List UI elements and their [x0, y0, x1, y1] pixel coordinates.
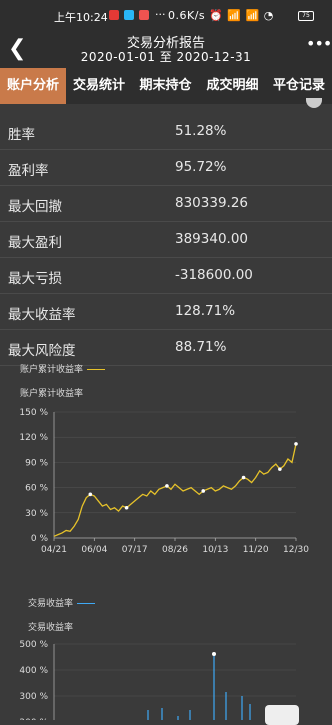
x-tick-label: 08/26	[162, 545, 188, 555]
more-notifications-icon: ···	[155, 8, 166, 21]
metric-value: 51.28%	[175, 123, 227, 139]
x-tick-label: 11/20	[243, 545, 269, 555]
trade-return-chart: 交易收益率 交易收益率 500 %400 %300 %200 %	[0, 592, 332, 720]
metric-row: 最大回撤 830339.26	[0, 186, 332, 222]
metric-label: 胜率	[8, 127, 35, 143]
metric-row: 最大亏损 -318600.00	[0, 258, 332, 294]
metric-value: -318600.00	[175, 267, 253, 283]
data-point	[165, 484, 169, 488]
tab-close-records[interactable]: 平仓记录	[266, 68, 332, 104]
metric-label: 最大收益率	[8, 307, 76, 323]
date-range: 2020-01-01 至 2020-12-31	[80, 50, 252, 64]
data-point	[294, 442, 298, 446]
metric-row: 最大盈利 389340.00	[0, 222, 332, 258]
y-tick-label: 90 %	[25, 458, 48, 468]
status-bar: 上午10:24 ··· 0.6K/s ⏰ 📶 📶 ◔ 75	[0, 0, 332, 32]
metric-value: 830339.26	[175, 195, 249, 211]
x-tick-label: 12/30	[283, 545, 309, 555]
metric-label: 最大亏损	[8, 271, 62, 287]
x-tick-label: 10/13	[202, 545, 228, 555]
y-tick-label: 0 %	[31, 534, 49, 544]
metric-row: 盈利率 95.72%	[0, 150, 332, 186]
data-point	[241, 475, 246, 480]
metric-label: 盈利率	[8, 163, 49, 179]
scroll-hint	[0, 98, 332, 114]
cumulative-return-chart: 账户累计收益率 账户累计收益率 150 % 120 % 90 % 60 % 30 % 0 …	[0, 360, 332, 560]
app-header: ❮ 交易分析报告 2020-01-01 至 2020-12-31 •••	[0, 32, 332, 68]
metrics-list: 胜率 51.28% 盈利率 95.72% 最大回撤 830339.26 最大盈利 389…	[0, 98, 332, 366]
tab-trade-details[interactable]: 成交明细	[199, 68, 266, 104]
app-notification-icon	[109, 10, 119, 20]
floating-button[interactable]	[265, 705, 299, 725]
metric-value: 88.71%	[175, 339, 227, 355]
x-tick-label: 06/04	[81, 545, 107, 555]
line-chart-svg: 150 % 120 % 90 % 60 % 30 % 0 %04/21 06/04 07/17…	[19, 408, 309, 555]
y-tick-label: 60 %	[25, 484, 48, 494]
app-notification-icon	[124, 10, 134, 20]
y-tick-label: 500 %	[19, 640, 48, 650]
metric-value: 389340.00	[175, 231, 249, 247]
y-tick-label: 300 %	[19, 692, 48, 702]
status-time: 上午10:24	[54, 11, 108, 24]
metric-value: 128.71%	[175, 303, 236, 319]
metric-value: 95.72%	[175, 159, 227, 175]
series-line	[53, 443, 297, 537]
tab-trade-stats[interactable]: 交易统计	[66, 68, 132, 104]
tab-end-positions[interactable]: 期末持仓	[132, 68, 199, 104]
metric-label: 最大盈利	[8, 235, 62, 251]
x-tick-label: 07/17	[122, 545, 148, 555]
y-tick-label: 30 %	[25, 509, 48, 519]
data-point	[124, 505, 129, 510]
app-notification-icon	[139, 10, 149, 20]
data-point	[278, 467, 282, 471]
y-tick-label: 150 %	[19, 408, 48, 418]
more-menu-icon[interactable]: •••	[306, 34, 332, 53]
y-tick-label: 120 %	[19, 433, 48, 443]
data-point	[212, 652, 216, 656]
data-point	[201, 489, 206, 493]
data-point	[88, 492, 93, 497]
bar-chart-svg: 500 %400 %300 %200 %	[19, 640, 296, 720]
scroll-indicator-icon	[306, 98, 322, 108]
y-tick-label: 400 %	[19, 666, 48, 676]
metric-label: 最大回撤	[8, 199, 62, 215]
network-speed: 0.6K/s ⏰ 📶 📶 ◔	[168, 9, 274, 22]
x-tick-label: 04/21	[41, 545, 67, 555]
metric-label: 最大风险度	[8, 343, 76, 359]
tab-bar: 账户分析 交易统计 期末持仓 成交明细 平仓记录	[0, 68, 332, 104]
tab-account-analysis[interactable]: 账户分析	[0, 68, 66, 104]
metric-row: 最大收益率 128.71%	[0, 294, 332, 330]
metric-row: 胜率 51.28%	[0, 114, 332, 150]
battery-icon: 75	[298, 11, 314, 21]
